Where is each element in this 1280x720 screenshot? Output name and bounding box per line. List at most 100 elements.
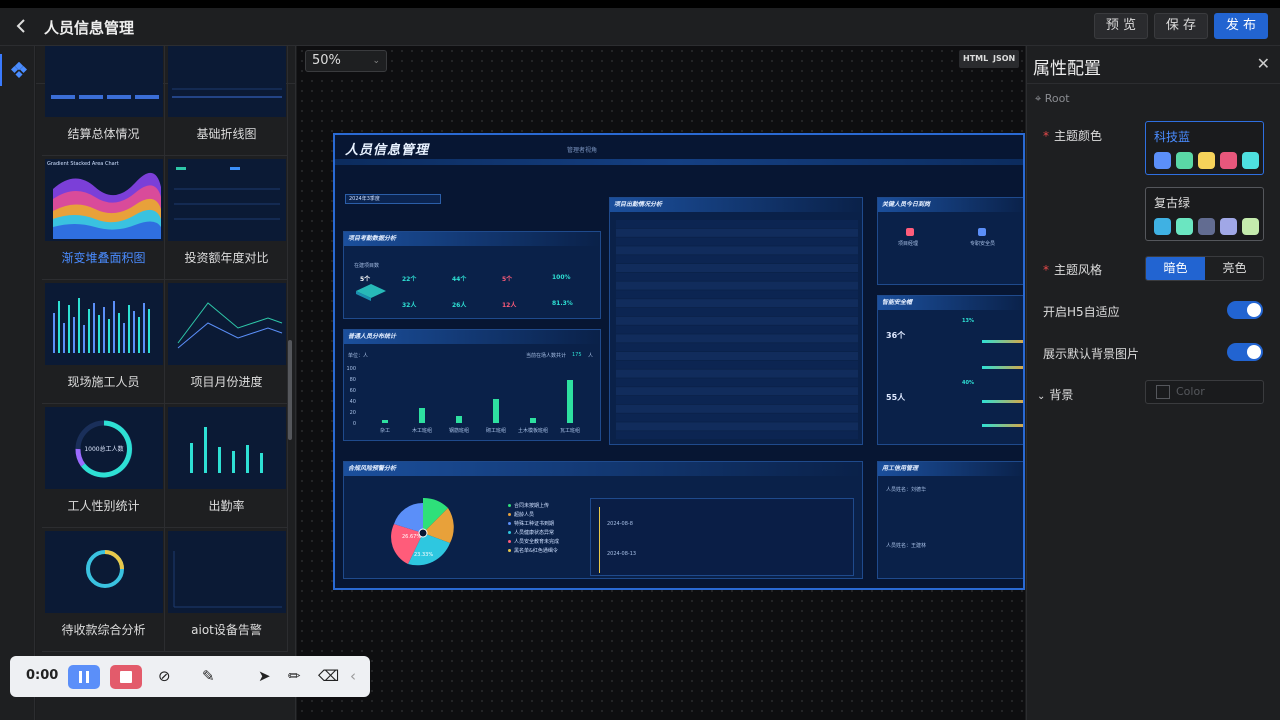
close-icon[interactable]: ✕ <box>1257 54 1270 73</box>
recorder-toolbar: 0:00 ⊘ ✎ ➤ ✏ ⌫ ‹ <box>10 656 370 697</box>
helmet-count: 36个 <box>886 331 906 340</box>
mic-off-icon[interactable]: ✎ <box>202 667 215 685</box>
pause-button[interactable] <box>68 665 100 689</box>
eraser-icon[interactable]: ⌫ <box>318 667 339 685</box>
style-dark-button[interactable]: 暗色 <box>1146 257 1205 280</box>
x-tick: 钢筋班组 <box>449 427 469 434</box>
style-light-button[interactable]: 亮色 <box>1205 257 1263 280</box>
dashboard-preview[interactable]: 人员信息管理 管理者视角 2024年3季度 项目考勤数据分析 在建项目数 5个 … <box>333 133 1025 590</box>
recording-time: 0:00 <box>26 668 59 683</box>
stat-value: 100% <box>552 274 571 281</box>
table-row <box>616 325 858 334</box>
component-card[interactable]: 1000总工人数 工人性别统计 <box>42 404 165 528</box>
components-tab-icon[interactable] <box>0 54 35 86</box>
stat-value: 26人 <box>452 302 467 309</box>
theme-option-tech-blue[interactable]: 科技蓝 <box>1145 121 1264 175</box>
panel-title: 普通人员分布统计 <box>344 330 600 344</box>
pointer-icon[interactable]: ➤ <box>258 667 271 685</box>
table-row <box>616 431 858 440</box>
table-row <box>616 422 858 431</box>
dashboard-header-line <box>335 159 1023 165</box>
pen-icon[interactable]: ✏ <box>288 667 301 685</box>
safety-helmet-panel: 智能安全帽 36个 55人 13% 40% <box>877 295 1023 445</box>
stat-value: 44个 <box>452 276 467 283</box>
theme-style-toggle: 暗色 亮色 <box>1145 256 1264 281</box>
thumb-bar <box>123 323 125 353</box>
html-format-button[interactable]: HTML <box>959 50 993 68</box>
thumb-bar <box>93 303 95 353</box>
timeline-line <box>599 507 600 573</box>
back-arrow-icon[interactable] <box>12 16 32 36</box>
theme-option-retro-green[interactable]: 复古绿 <box>1145 187 1264 241</box>
properties-panel: 属性配置 ✕ ⌖ Root * 主题颜色 科技蓝 复古绿 * 主题风格 暗色 亮色 … <box>1026 46 1280 720</box>
theme-swatch <box>1242 152 1259 169</box>
pie-label: 23.33% <box>414 552 433 558</box>
table-row <box>616 404 858 413</box>
component-thumbnail <box>45 531 163 613</box>
table-row <box>616 387 858 396</box>
h5-adaptive-label: 开启H5自适应 <box>1043 305 1120 319</box>
canvas-area: 50% ⌄ HTML JSON 人员信息管理 管理者视角 2024年3季度 项目… <box>297 46 1025 720</box>
risk-panel: 合规风险预警分析 26.67% 23.33% 合同未按期上传 超龄人员 特殊工种证书… <box>343 461 863 579</box>
thumb-bar <box>58 301 60 353</box>
component-card[interactable]: 项目月份进度 <box>165 280 288 404</box>
components-scrollbar[interactable] <box>288 340 292 440</box>
bg-image-switch[interactable] <box>1227 343 1263 361</box>
helmet-pct: 40% <box>962 380 974 386</box>
stop-button[interactable] <box>110 665 142 689</box>
distribution-bar <box>493 399 499 423</box>
progress-bar <box>982 340 1023 343</box>
theme-swatch <box>1242 218 1259 235</box>
distribution-unit: 单位：人 <box>348 353 369 359</box>
staff-credit-panel: 用工信用管理 人员姓名：刘德华 人员姓名：王建林 <box>877 461 1023 579</box>
table-row <box>616 396 858 404</box>
table-row <box>616 281 858 290</box>
h5-adaptive-switch[interactable] <box>1227 301 1263 319</box>
component-card[interactable]: 出勤率 <box>165 404 288 528</box>
legend-item: 超龄人员 <box>508 511 534 518</box>
table-row <box>616 290 858 299</box>
component-card[interactable]: 基础折线图 <box>165 46 288 156</box>
table-row <box>616 299 858 308</box>
pie-label: 26.67% <box>402 534 421 540</box>
background-section[interactable]: ⌄ 背景 <box>1037 386 1073 403</box>
project-count-label: 在建项目数 <box>354 263 380 269</box>
component-label: 基础折线图 <box>196 127 257 141</box>
distribution-panel: 普通人员分布统计 单位：人 当前在场人数共计 175 人 100 80 60 40 20… <box>343 329 601 441</box>
save-button[interactable]: 保 存 <box>1154 13 1208 39</box>
component-thumbnail <box>168 46 286 117</box>
properties-panel-header: 属性配置 ✕ <box>1027 46 1280 84</box>
dashboard-period-select[interactable]: 2024年3季度 <box>345 194 441 204</box>
thumb-bar <box>103 307 105 353</box>
dashboard-subtitle: 管理者视角 <box>567 147 598 154</box>
component-card[interactable]: 结算总体情况 <box>42 46 165 156</box>
distribution-chart: 100 80 60 40 20 0 杂工 木工班组 钢筋班组 砌工班组 土木模板班组 瓦工班组 <box>346 366 580 434</box>
component-card[interactable]: 投资额年度对比 <box>165 156 288 280</box>
table-row <box>616 228 858 237</box>
preview-button[interactable]: 预 览 <box>1094 13 1148 39</box>
panel-title: 用工信用管理 <box>878 462 1023 476</box>
collapse-chevron-icon[interactable]: ‹ <box>350 667 356 685</box>
y-tick: 0 <box>353 421 356 427</box>
component-card[interactable]: Gradient Stacked Area Chart 渐变堆叠面积图 <box>42 156 165 280</box>
risk-timeline: 2024-08-8 2024-08-13 <box>590 498 854 576</box>
distribution-total-unit: 人 <box>588 353 594 359</box>
component-card[interactable]: aiot设备告警 <box>165 528 288 652</box>
thumb-bar <box>53 313 55 353</box>
theme-swatch <box>1176 218 1193 235</box>
component-card[interactable]: 现场施工人员 <box>42 280 165 404</box>
zoom-select[interactable]: 50% ⌄ <box>305 50 387 72</box>
theme-swatch <box>1220 152 1237 169</box>
camera-off-icon[interactable]: ⊘ <box>158 667 171 685</box>
thumb-gauge-center: 1000总工人数 <box>84 445 123 453</box>
json-format-button[interactable]: JSON <box>989 50 1020 68</box>
component-thumbnail <box>45 283 163 365</box>
table-row <box>616 378 858 387</box>
component-card[interactable]: 待收款综合分析 <box>42 528 165 652</box>
stat-value: 12人 <box>502 302 517 309</box>
publish-button[interactable]: 发 布 <box>1214 13 1268 39</box>
background-color-picker[interactable]: Color <box>1145 380 1264 404</box>
distribution-total-value: 175 <box>572 352 582 358</box>
theme-name: 复古绿 <box>1154 196 1191 210</box>
table-row <box>616 237 858 246</box>
